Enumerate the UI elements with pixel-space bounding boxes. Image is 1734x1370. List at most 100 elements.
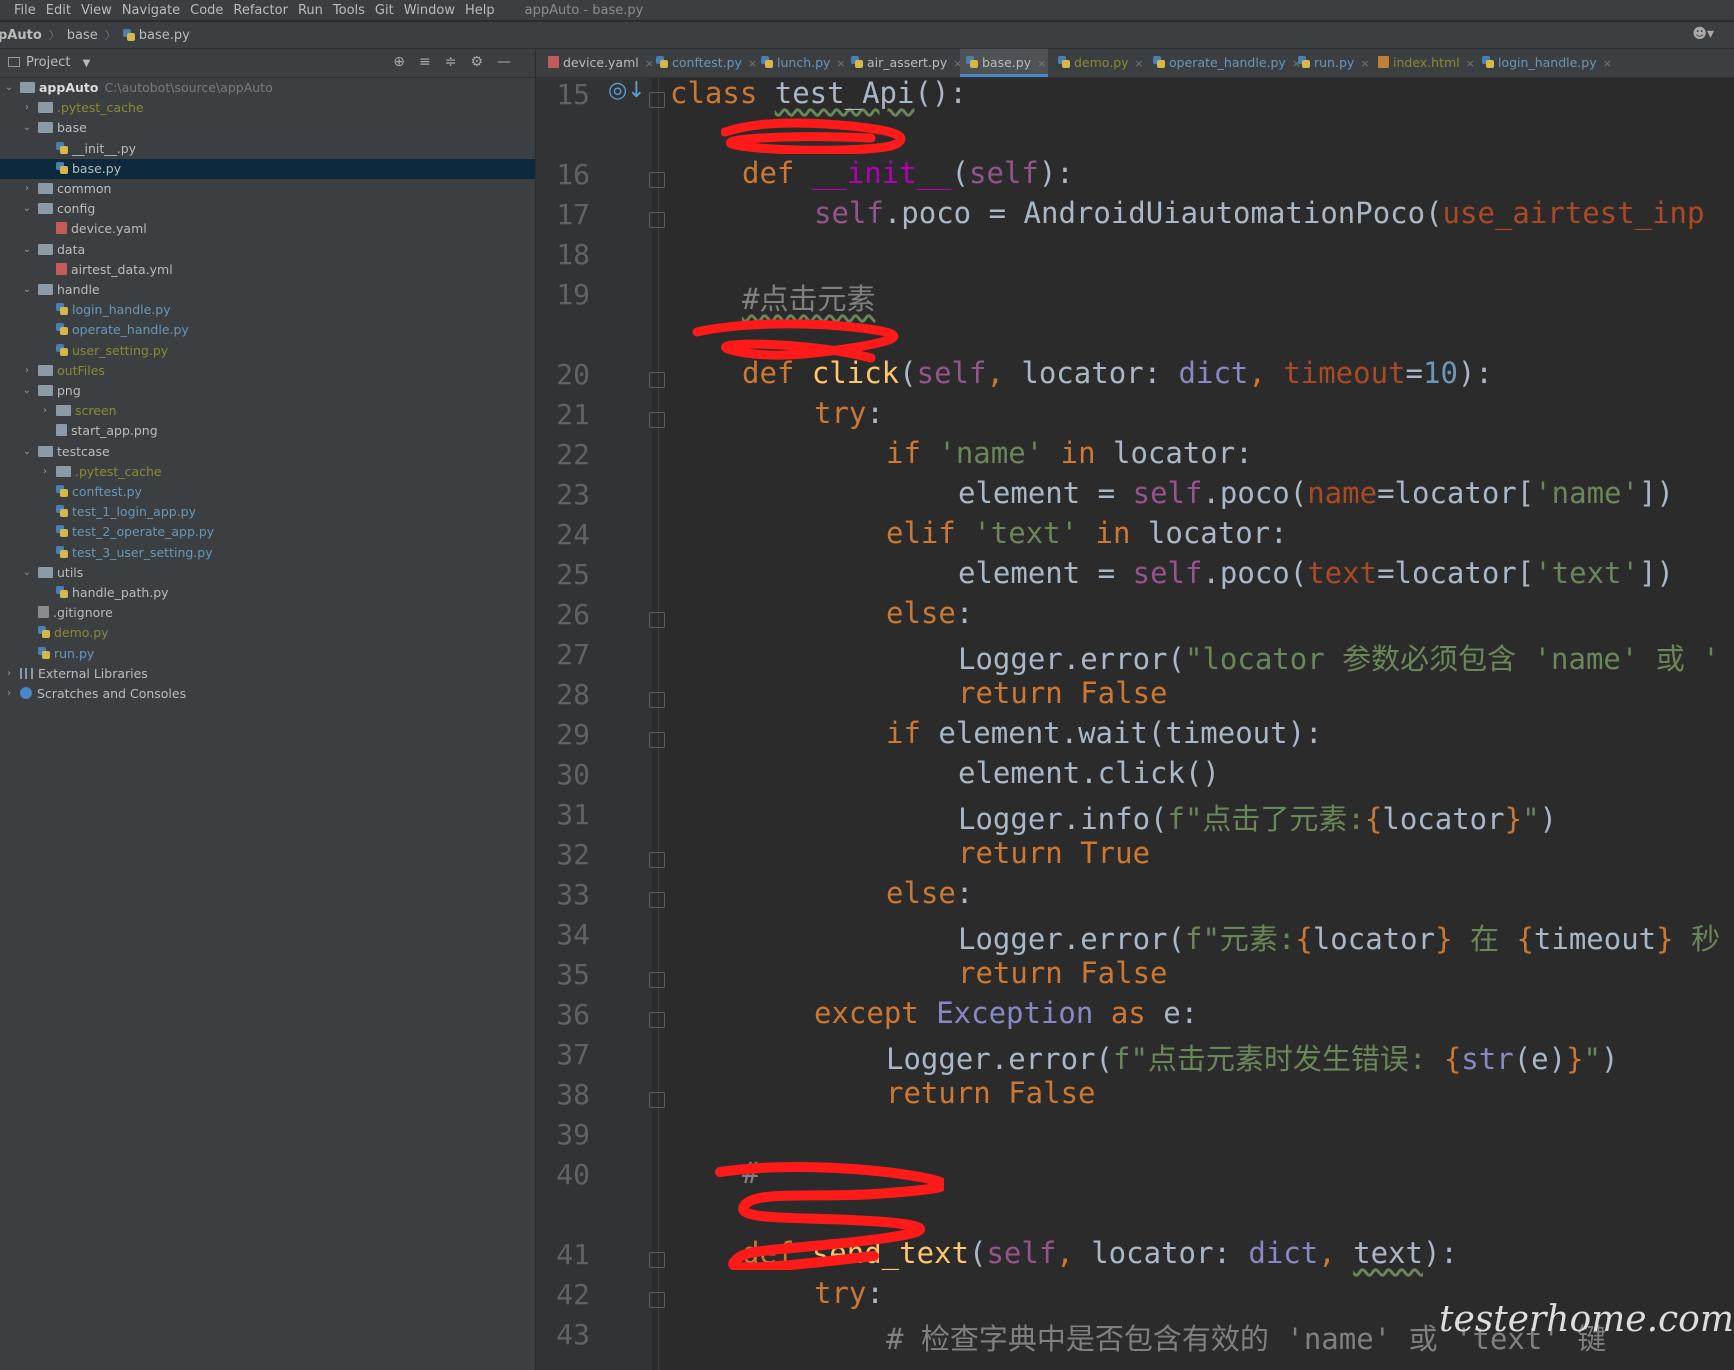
tree-item[interactable]: __init__.py	[0, 139, 535, 159]
tree-item[interactable]: › .pytest_cache	[0, 98, 535, 118]
user-dropdown-icon[interactable]: ☻▾	[1692, 26, 1714, 42]
menu-refactor[interactable]: Refactor	[233, 3, 288, 18]
editor-tab[interactable]: conftest.py ×	[650, 49, 757, 77]
tree-item[interactable]: ⌄ config	[0, 199, 535, 219]
menu-run[interactable]: Run	[298, 3, 323, 18]
target-icon[interactable]: ⊕	[393, 54, 419, 70]
fold-marker-icon[interactable]	[649, 972, 665, 988]
chevron-down-icon[interactable]: ⌄	[22, 442, 32, 462]
collapse-icon[interactable]: ≑	[445, 54, 471, 70]
tree-item[interactable]: airtest_data.yml	[0, 260, 535, 280]
tree-item[interactable]: base.py	[0, 158, 535, 179]
tree-item[interactable]: device.yaml	[0, 219, 535, 239]
project-view-selector[interactable]: Project ▼	[8, 55, 90, 70]
code-editor[interactable]: 15 16 17 18 19 20 21 22 23 24 25 26 27 28 29 30 31 32 33 34…	[536, 78, 1734, 1370]
chevron-right-icon[interactable]: ›	[22, 361, 32, 381]
breadcrumb-project[interactable]: pAuto	[0, 28, 42, 43]
fold-marker-icon[interactable]	[649, 1252, 665, 1268]
menu-window[interactable]: Window	[404, 3, 455, 18]
chevron-down-icon[interactable]: ⌄	[22, 280, 32, 300]
chevron-right-icon[interactable]: ›	[40, 462, 50, 482]
fold-marker-icon[interactable]	[649, 1012, 665, 1028]
tree-item[interactable]: handle_path.py	[0, 583, 535, 603]
close-icon[interactable]: ×	[1603, 57, 1612, 70]
fold-marker-icon[interactable]	[649, 1292, 665, 1308]
fold-marker-icon[interactable]	[649, 212, 665, 228]
fold-marker-icon[interactable]	[649, 892, 665, 908]
chevron-down-icon[interactable]: ⌄	[4, 78, 14, 98]
tree-item[interactable]: › External Libraries	[0, 664, 535, 684]
tree-item[interactable]: login_handle.py	[0, 300, 535, 320]
gear-icon[interactable]: ⚙	[470, 54, 497, 70]
close-icon[interactable]: ×	[1135, 57, 1144, 70]
tree-item[interactable]: .gitignore	[0, 603, 535, 623]
tree-item[interactable]: ⌄ utils	[0, 563, 535, 583]
tree-item[interactable]: start_app.png	[0, 421, 535, 441]
tree-item[interactable]: user_setting.py	[0, 341, 535, 361]
tree-item[interactable]: operate_handle.py	[0, 320, 535, 340]
fold-marker-icon[interactable]	[649, 172, 665, 188]
chevron-down-icon[interactable]: ⌄	[22, 240, 32, 260]
fold-marker-icon[interactable]	[649, 372, 665, 388]
tree-item[interactable]: ⌄ png	[0, 381, 535, 401]
fold-marker-icon[interactable]	[649, 732, 665, 748]
chevron-right-icon[interactable]: ›	[40, 401, 50, 421]
fold-marker-icon[interactable]	[649, 612, 665, 628]
close-icon[interactable]: ×	[1037, 57, 1046, 70]
expand-icon[interactable]: ≡	[419, 54, 445, 70]
editor-tab[interactable]: login_handle.py ×	[1476, 49, 1612, 77]
tree-item[interactable]: ⌄ appAuto C:\autobot\source\appAuto	[0, 78, 535, 98]
tree-item[interactable]: › outFiles	[0, 361, 535, 381]
tree-item[interactable]: test_3_user_setting.py	[0, 543, 535, 563]
editor-tab[interactable]: base.py ×	[960, 49, 1048, 77]
tree-item[interactable]: › Scratches and Consoles	[0, 684, 535, 704]
editor-tab[interactable]: index.html ×	[1372, 49, 1475, 77]
fold-marker-icon[interactable]	[649, 412, 665, 428]
code-line-34: Logger.error(f"元素:{locator} 在 {timeout} …	[958, 922, 1721, 956]
tree-item[interactable]: ⌄ handle	[0, 280, 535, 300]
tree-item[interactable]: test_1_login_app.py	[0, 502, 535, 522]
tree-item[interactable]: run.py	[0, 644, 535, 664]
fold-marker-icon[interactable]	[649, 92, 665, 108]
chevron-down-icon[interactable]: ⌄	[22, 381, 32, 401]
tree-item[interactable]: › .pytest_cache	[0, 462, 535, 482]
breadcrumb-folder[interactable]: base	[67, 28, 98, 43]
chevron-right-icon[interactable]: ›	[4, 684, 14, 704]
minimize-icon[interactable]: —	[497, 54, 525, 70]
chevron-down-icon[interactable]: ⌄	[22, 118, 32, 138]
editor-tab[interactable]: run.py ×	[1292, 49, 1370, 77]
chevron-right-icon[interactable]: ›	[22, 98, 32, 118]
chevron-right-icon[interactable]: ›	[4, 664, 14, 684]
editor-tab[interactable]: device.yaml ×	[542, 49, 654, 77]
editor-tab[interactable]: air_assert.py ×	[845, 49, 962, 77]
fold-marker-icon[interactable]	[649, 692, 665, 708]
editor-tab[interactable]: lunch.py ×	[755, 49, 846, 77]
chevron-down-icon[interactable]: ⌄	[22, 199, 32, 219]
chevron-right-icon[interactable]: ›	[22, 179, 32, 199]
editor-tab[interactable]: demo.py ×	[1052, 49, 1144, 77]
tree-item[interactable]: ⌄ testcase	[0, 442, 535, 462]
run-gutter-icon[interactable]: ◎↓	[608, 78, 646, 103]
tree-item[interactable]: conftest.py	[0, 482, 535, 502]
tree-item[interactable]: ⌄ data	[0, 240, 535, 260]
menu-code[interactable]: Code	[190, 3, 223, 18]
fold-marker-icon[interactable]	[649, 852, 665, 868]
tree-item[interactable]: › common	[0, 179, 535, 199]
fold-marker-icon[interactable]	[649, 1092, 665, 1108]
menu-help[interactable]: Help	[465, 3, 495, 18]
chevron-down-icon[interactable]: ⌄	[22, 563, 32, 583]
tree-item[interactable]: test_2_operate_app.py	[0, 522, 535, 542]
editor-tab[interactable]: operate_handle.py ×	[1147, 49, 1301, 77]
tree-item[interactable]: ⌄ base	[0, 118, 535, 138]
menu-tools[interactable]: Tools	[333, 3, 365, 18]
menu-view[interactable]: View	[81, 3, 112, 18]
tree-item[interactable]: demo.py	[0, 623, 535, 643]
close-icon[interactable]: ×	[1466, 57, 1475, 70]
menu-git[interactable]: Git	[375, 3, 394, 18]
menu-file[interactable]: File	[14, 3, 36, 18]
menu-navigate[interactable]: Navigate	[122, 3, 180, 18]
tree-item[interactable]: › screen	[0, 401, 535, 421]
menu-edit[interactable]: Edit	[46, 3, 71, 18]
close-icon[interactable]: ×	[1360, 57, 1369, 70]
breadcrumb-file[interactable]: base.py	[139, 28, 190, 43]
